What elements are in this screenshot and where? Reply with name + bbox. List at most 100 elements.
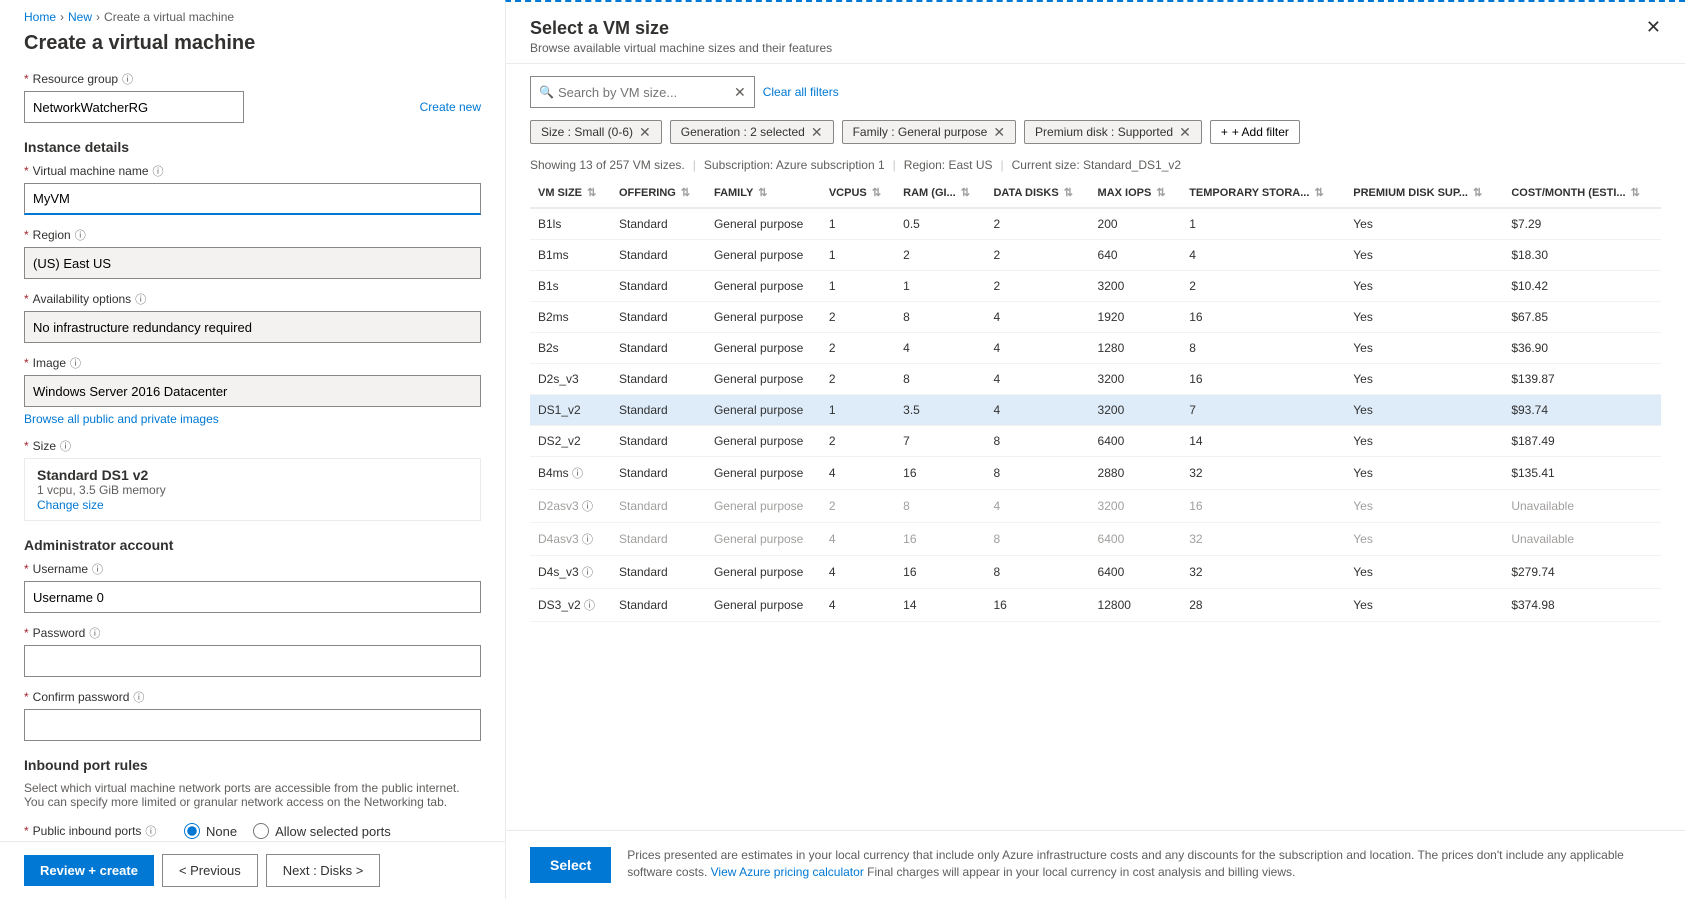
vm-name-info-icon[interactable]: ⓘ: [153, 163, 164, 179]
breadcrumb-home[interactable]: Home: [24, 10, 56, 24]
cell-vmsize: D4s_v3 ⓘ: [530, 556, 611, 589]
image-label: * Image ⓘ: [24, 355, 481, 371]
radio-allow-option[interactable]: Allow selected ports: [253, 823, 391, 839]
col-vcpus[interactable]: VCPUS ⇅: [821, 178, 895, 208]
cell-family: General purpose: [706, 556, 821, 589]
cell-cost: $279.74: [1503, 556, 1661, 589]
col-premium[interactable]: PREMIUM DISK SUP... ⇅: [1345, 178, 1503, 208]
cell-temp: 16: [1181, 490, 1345, 523]
region-input[interactable]: [24, 247, 481, 279]
vm-table: VM SIZE ⇅ OFFERING ⇅ FAMILY ⇅ VCPUS ⇅ RA…: [530, 178, 1661, 622]
col-ram[interactable]: RAM (GI... ⇅: [895, 178, 985, 208]
confirm-password-label: * Confirm password ⓘ: [24, 689, 481, 705]
cell-premium: Yes: [1345, 426, 1503, 457]
table-row[interactable]: D4asv3 ⓘ Standard General purpose 4 16 8…: [530, 523, 1661, 556]
radio-none-input[interactable]: [184, 823, 200, 839]
col-vmsize[interactable]: VM SIZE ⇅: [530, 178, 611, 208]
table-row[interactable]: D2s_v3 Standard General purpose 2 8 4 32…: [530, 364, 1661, 395]
table-row[interactable]: D4s_v3 ⓘ Standard General purpose 4 16 8…: [530, 556, 1661, 589]
cell-vmsize: B4ms ⓘ: [530, 457, 611, 490]
image-info-icon[interactable]: ⓘ: [70, 355, 81, 371]
cell-temp: 14: [1181, 426, 1345, 457]
cell-family: General purpose: [706, 364, 821, 395]
create-new-link[interactable]: Create new: [420, 100, 481, 114]
close-button[interactable]: ✕: [1646, 18, 1661, 36]
add-filter-button[interactable]: + + Add filter: [1210, 120, 1300, 144]
cell-premium: Yes: [1345, 240, 1503, 271]
browse-images-link[interactable]: Browse all public and private images: [24, 412, 219, 426]
size-info-icon[interactable]: ⓘ: [60, 438, 71, 454]
cell-vmsize: B1s: [530, 271, 611, 302]
vm-size-panel: Select a VM size Browse available virtua…: [505, 0, 1685, 899]
cell-family: General purpose: [706, 240, 821, 271]
col-disks[interactable]: DATA DISKS ⇅: [985, 178, 1089, 208]
resource-group-info-icon[interactable]: ⓘ: [122, 71, 133, 87]
table-row[interactable]: B1ms Standard General purpose 1 2 2 640 …: [530, 240, 1661, 271]
cell-ram: 2: [895, 240, 985, 271]
next-disks-button[interactable]: Next : Disks >: [266, 854, 381, 887]
cell-premium: Yes: [1345, 208, 1503, 240]
table-row[interactable]: B1s Standard General purpose 1 1 2 3200 …: [530, 271, 1661, 302]
inbound-port-rules-desc: Select which virtual machine network por…: [24, 781, 481, 809]
filter-chip-size-remove[interactable]: ✕: [639, 125, 651, 139]
table-row[interactable]: B4ms ⓘ Standard General purpose 4 16 8 2…: [530, 457, 1661, 490]
availability-input[interactable]: [24, 311, 481, 343]
cell-premium: Yes: [1345, 556, 1503, 589]
cell-disks: 4: [985, 333, 1089, 364]
cell-iops: 3200: [1090, 364, 1182, 395]
table-row[interactable]: DS1_v2 Standard General purpose 1 3.5 4 …: [530, 395, 1661, 426]
table-row[interactable]: B2s Standard General purpose 2 4 4 1280 …: [530, 333, 1661, 364]
vm-name-input[interactable]: [24, 183, 481, 215]
filter-chip-premium-remove[interactable]: ✕: [1179, 125, 1191, 139]
availability-info-icon[interactable]: ⓘ: [135, 291, 146, 307]
table-row[interactable]: B2ms Standard General purpose 2 8 4 1920…: [530, 302, 1661, 333]
radio-allow-input[interactable]: [253, 823, 269, 839]
review-create-button[interactable]: Review + create: [24, 855, 154, 886]
cell-family: General purpose: [706, 490, 821, 523]
filter-chip-generation-remove[interactable]: ✕: [811, 125, 823, 139]
public-inbound-field: * Public inbound ports ⓘ None Allow sele…: [24, 819, 481, 843]
cell-offering: Standard: [611, 333, 706, 364]
previous-button[interactable]: < Previous: [162, 854, 258, 887]
add-filter-icon: +: [1221, 125, 1228, 139]
cell-vcpus: 2: [821, 302, 895, 333]
select-button[interactable]: Select: [530, 847, 611, 883]
radio-none-option[interactable]: None: [184, 823, 237, 839]
clear-search-button[interactable]: ✕: [734, 84, 746, 101]
filter-chip-size: Size : Small (0-6) ✕: [530, 120, 662, 144]
confirm-password-input[interactable]: [24, 709, 481, 741]
col-family[interactable]: FAMILY ⇅: [706, 178, 821, 208]
col-temp[interactable]: TEMPORARY STORA... ⇅: [1181, 178, 1345, 208]
breadcrumb-new[interactable]: New: [68, 10, 92, 24]
change-size-link[interactable]: Change size: [37, 498, 104, 512]
clear-filters-link[interactable]: Clear all filters: [763, 85, 839, 99]
showing-text: Showing 13 of 257 VM sizes.: [530, 158, 685, 172]
username-input[interactable]: [24, 581, 481, 613]
confirm-password-info-icon[interactable]: ⓘ: [133, 689, 144, 705]
password-input[interactable]: [24, 645, 481, 677]
col-iops[interactable]: MAX IOPS ⇅: [1090, 178, 1182, 208]
cell-premium: Yes: [1345, 271, 1503, 302]
create-vm-panel: Home › New › Create a virtual machine Cr…: [0, 0, 505, 899]
table-row[interactable]: B1ls Standard General purpose 1 0.5 2 20…: [530, 208, 1661, 240]
col-cost[interactable]: COST/MONTH (ESTI... ⇅: [1503, 178, 1661, 208]
cell-family: General purpose: [706, 395, 821, 426]
resource-group-input[interactable]: [24, 91, 244, 123]
filter-chip-family-remove[interactable]: ✕: [993, 125, 1005, 139]
cell-vmsize: B1ms: [530, 240, 611, 271]
cell-disks: 8: [985, 457, 1089, 490]
region-info-icon[interactable]: ⓘ: [75, 227, 86, 243]
select-note: Prices presented are estimates in your l…: [627, 847, 1661, 881]
cell-vcpus: 1: [821, 208, 895, 240]
username-info-icon[interactable]: ⓘ: [92, 561, 103, 577]
table-row[interactable]: D2asv3 ⓘ Standard General purpose 2 8 4 …: [530, 490, 1661, 523]
pricing-calculator-link[interactable]: View Azure pricing calculator: [711, 865, 864, 879]
public-inbound-info-icon[interactable]: ⓘ: [145, 823, 156, 839]
col-offering[interactable]: OFFERING ⇅: [611, 178, 706, 208]
password-info-icon[interactable]: ⓘ: [89, 625, 100, 641]
image-input[interactable]: [24, 375, 481, 407]
table-row[interactable]: DS2_v2 Standard General purpose 2 7 8 64…: [530, 426, 1661, 457]
search-input[interactable]: [558, 85, 734, 100]
table-row[interactable]: DS3_v2 ⓘ Standard General purpose 4 14 1…: [530, 589, 1661, 622]
size-desc: 1 vcpu, 3.5 GiB memory: [37, 483, 468, 497]
